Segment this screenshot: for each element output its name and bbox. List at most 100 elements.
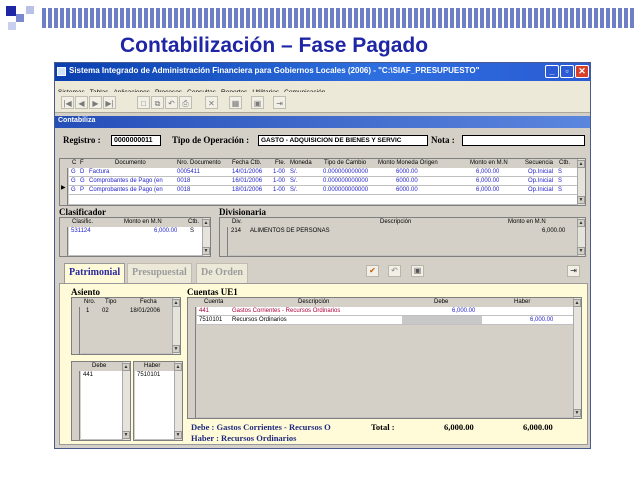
column-header[interactable]: Monto Moneda Origen: [378, 160, 438, 166]
column-header[interactable]: Monto en M.N: [508, 219, 546, 225]
scroll-up-icon[interactable]: ▲: [573, 299, 581, 307]
scroll-up-icon[interactable]: ▲: [172, 299, 180, 307]
table-cell: 0.000000000000: [323, 187, 369, 193]
print-icon[interactable]: ⎙: [179, 96, 192, 109]
scroll-up-icon[interactable]: ▲: [577, 160, 585, 168]
exit-icon[interactable]: ⇥: [567, 265, 580, 277]
column-header[interactable]: Descripción: [298, 299, 329, 305]
column-header[interactable]: Descripción: [380, 219, 411, 225]
scroll-down-icon[interactable]: ▼: [202, 247, 210, 255]
row-selector[interactable]: [220, 227, 228, 256]
table-cell: G: [71, 187, 76, 193]
table-cell: 0018: [177, 178, 191, 184]
haber-account: 7510101: [137, 372, 161, 378]
debe-cell-highlight: [402, 316, 482, 325]
clasificador-code: 531124: [71, 228, 91, 234]
column-header[interactable]: Haber: [514, 299, 530, 305]
scroll-down-icon[interactable]: ▼: [174, 431, 182, 439]
column-header[interactable]: Tipo de Cambio: [324, 160, 366, 166]
scroll-up-icon[interactable]: ▲: [577, 219, 585, 227]
first-record-icon[interactable]: |◀: [61, 96, 74, 109]
column-header[interactable]: Debe: [92, 363, 106, 369]
asiento-grid: Nro. Tipo Fecha 1 02 18/01/2006 ▲ ▼: [71, 297, 181, 355]
delete-icon[interactable]: ✕: [205, 96, 218, 109]
window-titlebar[interactable]: Sistema Integrado de Administración Fina…: [55, 63, 590, 81]
scroll-up-icon[interactable]: ▲: [122, 363, 130, 371]
haber-scrollbar[interactable]: [174, 362, 182, 440]
cuentas-scrollbar[interactable]: [573, 298, 581, 418]
last-record-icon[interactable]: ▶|: [103, 96, 116, 109]
undo-icon[interactable]: ↶: [165, 96, 178, 109]
grid-icon[interactable]: ▦: [229, 96, 242, 109]
maximize-button[interactable]: ▫: [560, 65, 574, 78]
tab-panel-patrimonial: Asiento Nro. Tipo Fecha 1 02 18/01/2006 …: [59, 283, 588, 445]
column-header[interactable]: Ctb.: [559, 160, 570, 166]
column-header[interactable]: Documento: [115, 160, 146, 166]
prev-record-icon[interactable]: ◀: [75, 96, 88, 109]
table-row-empty: [197, 325, 573, 418]
next-record-icon[interactable]: ▶: [89, 96, 102, 109]
table-row[interactable]: [135, 371, 175, 440]
column-header[interactable]: Tipo: [105, 299, 116, 305]
tipo-operacion-field[interactable]: GASTO - ADQUISICION DE BIENES Y SERVIC: [258, 135, 428, 146]
current-row-marker: ▶: [61, 185, 66, 191]
table-cell: P: [80, 187, 85, 193]
column-header[interactable]: Debe: [434, 299, 448, 305]
scroll-up-icon[interactable]: ▲: [174, 363, 182, 371]
table-cell: 6,000.00: [476, 169, 500, 175]
save-icon[interactable]: ▣: [251, 96, 264, 109]
total-debe: 6,000.00: [444, 422, 474, 432]
registro-field[interactable]: 0000000011: [111, 135, 161, 146]
scroll-down-icon[interactable]: ▼: [577, 196, 585, 204]
close-button[interactable]: ✕: [575, 65, 589, 78]
tab-patrimonial[interactable]: Patrimonial: [64, 263, 126, 283]
tab-presupuestal[interactable]: Presupuestal: [127, 263, 192, 283]
row-selector[interactable]: [60, 227, 68, 256]
undo-icon[interactable]: ↶: [388, 265, 401, 277]
debe-summary: Debe : Gastos Corrientes - Recursos O: [191, 422, 331, 432]
column-header[interactable]: Nro.: [84, 299, 95, 305]
scroll-down-icon[interactable]: ▼: [577, 247, 585, 255]
row-selector[interactable]: [188, 307, 196, 418]
column-header[interactable]: C: [72, 160, 76, 166]
debe-scrollbar[interactable]: [122, 362, 130, 440]
exit-icon[interactable]: ⇥: [273, 96, 286, 109]
column-header[interactable]: Moneda: [290, 160, 312, 166]
table-cell: 6000.00: [396, 169, 418, 175]
column-header[interactable]: Fecha Ctb.: [232, 160, 261, 166]
copy-icon[interactable]: ⧉: [151, 96, 164, 109]
column-header[interactable]: Ctb.: [188, 219, 199, 225]
nota-label: Nota :: [431, 135, 455, 145]
table-cell: 14/01/2006: [232, 169, 263, 175]
asiento-type: 02: [102, 308, 109, 314]
column-header[interactable]: F: [80, 160, 84, 166]
cuenta-haber: 6,000.00: [530, 317, 554, 323]
row-selector[interactable]: [72, 371, 80, 440]
column-header[interactable]: Monto en M.N: [124, 219, 162, 225]
tab-de-orden[interactable]: De Orden: [196, 263, 248, 283]
scroll-down-icon[interactable]: ▼: [122, 431, 130, 439]
debe-grid: Debe 441 ▲ ▼: [71, 361, 131, 441]
scroll-up-icon[interactable]: ▲: [202, 219, 210, 227]
check-icon[interactable]: ✔: [366, 265, 379, 277]
nota-field[interactable]: [462, 135, 585, 146]
column-header[interactable]: Fte.: [275, 160, 285, 166]
save-icon[interactable]: ▣: [411, 265, 424, 277]
row-selector[interactable]: [72, 307, 80, 354]
column-header[interactable]: Cuenta: [204, 299, 223, 305]
minimize-button[interactable]: _: [545, 65, 559, 78]
column-header[interactable]: Monto en M.N: [470, 160, 508, 166]
table-cell: 1-00: [273, 169, 286, 175]
column-header[interactable]: Haber: [144, 363, 160, 369]
column-header[interactable]: Clasific.: [72, 219, 93, 225]
column-header[interactable]: Secuencia: [525, 160, 553, 166]
table-row-empty: [69, 195, 577, 205]
column-header[interactable]: Nro. Documento: [177, 160, 221, 166]
scroll-down-icon[interactable]: ▼: [172, 345, 180, 353]
scroll-down-icon[interactable]: ▼: [573, 409, 581, 417]
column-header[interactable]: Fecha: [140, 299, 157, 305]
table-row[interactable]: [81, 371, 123, 440]
new-icon[interactable]: □: [137, 96, 150, 109]
clasificador-grid: Clasific. Monto en M.N Ctb. 531124 6,000…: [59, 217, 211, 257]
column-header[interactable]: Div.: [232, 219, 242, 225]
